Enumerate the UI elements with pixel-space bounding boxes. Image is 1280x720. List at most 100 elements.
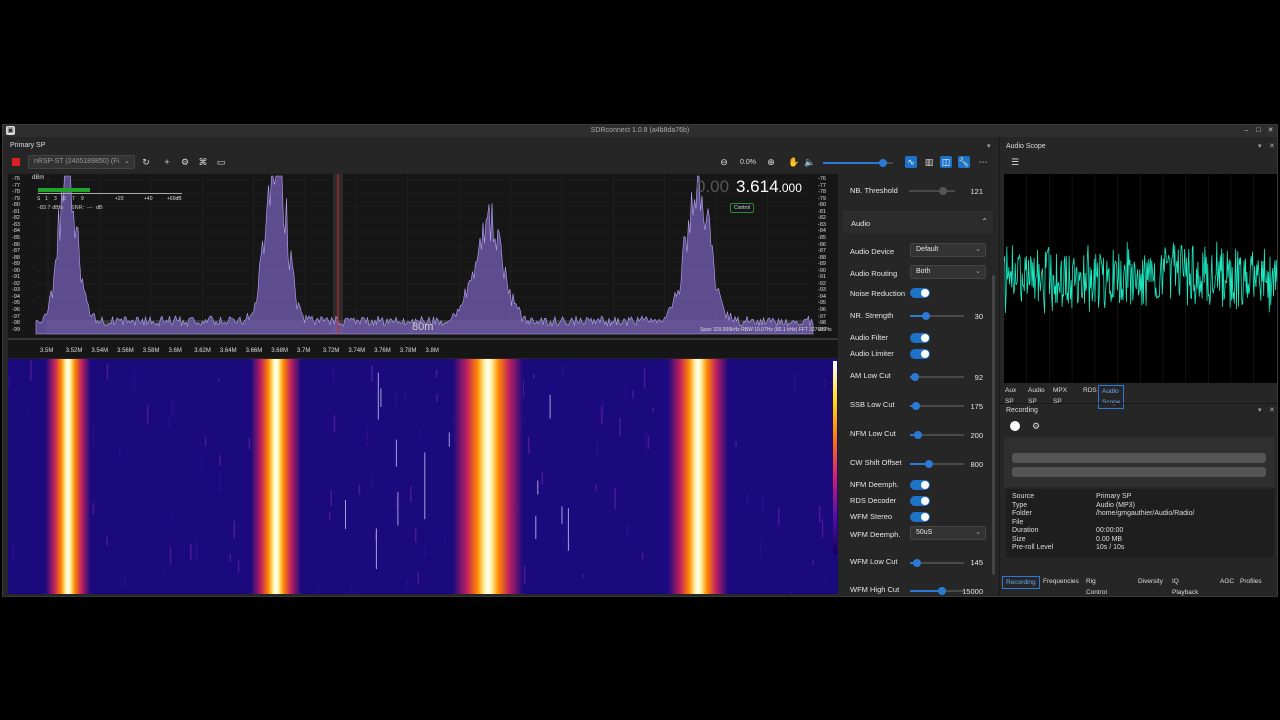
info-key: Folder <box>1012 510 1032 517</box>
audio-routing-select[interactable]: Both ⌄ <box>910 265 986 279</box>
waterfall-streak <box>424 452 426 520</box>
network-icon[interactable]: ⌘ <box>197 156 209 168</box>
record-button[interactable] <box>1010 421 1020 431</box>
zoom-level: 0.0% <box>740 159 756 166</box>
dbm-tick: -77 <box>818 182 826 189</box>
tab-agc[interactable]: AGC <box>1217 576 1237 587</box>
frequency-tick: 3.56M <box>117 348 134 354</box>
wfm-stereo-toggle[interactable] <box>910 512 930 522</box>
waterfall-noise <box>626 523 629 536</box>
tab-rig-control[interactable]: Rig Control <box>1083 576 1110 596</box>
waterfall-noise <box>600 405 603 425</box>
chevron-down-icon: ⌄ <box>975 268 981 275</box>
nr-strength-slider[interactable] <box>910 312 964 320</box>
zoom-out-icon[interactable]: ⊖ <box>718 156 730 168</box>
waterfall-noise <box>358 485 361 495</box>
waterfall-noise <box>759 540 762 556</box>
sliders-icon[interactable]: ☰ <box>1009 156 1021 168</box>
volume-slider[interactable] <box>823 159 893 167</box>
am-low-cut-slider[interactable] <box>910 373 964 381</box>
waterfall-noise <box>229 554 231 562</box>
tab-diversity[interactable]: Diversity <box>1135 576 1166 587</box>
settings-icon[interactable]: ⚙ <box>1030 420 1042 432</box>
audio-filter-toggle[interactable] <box>910 333 930 343</box>
wfm-high-cut-slider[interactable] <box>910 587 964 595</box>
nfm-deemph-toggle[interactable] <box>910 480 930 490</box>
nb-threshold-slider[interactable] <box>909 187 955 195</box>
nfm-low-cut-slider[interactable] <box>910 431 964 439</box>
waterfall-noise <box>96 581 99 585</box>
settings-scrollbar[interactable] <box>992 275 995 575</box>
wfm-deemph-select[interactable]: 50uS ⌄ <box>910 526 986 540</box>
wrench-icon[interactable]: 🔧 <box>958 156 970 168</box>
waterfall-noise <box>351 586 353 594</box>
wfm-high-cut-value: 15000 <box>962 587 983 595</box>
maximize-icon[interactable]: □ <box>1254 126 1263 135</box>
minimize-icon[interactable]: – <box>1242 126 1251 135</box>
waterfall-noise <box>406 577 408 588</box>
panel-menu-icon[interactable]: ▾ <box>987 142 991 150</box>
waveform-view-button[interactable]: ∿ <box>905 156 917 168</box>
waterfall-noise <box>824 378 826 388</box>
right-column: Audio Scope ▾ ✕ ☰ Aux SP Audio SP MPX SP RD… <box>999 137 1277 596</box>
wfm-low-cut-slider[interactable] <box>910 559 964 567</box>
waterfall-noise <box>371 365 373 382</box>
waterfall-streak <box>549 394 551 419</box>
dbm-tick: -87 <box>12 248 20 255</box>
settings-icon[interactable]: ⚙ <box>179 156 191 168</box>
close-icon[interactable]: ✕ <box>1266 126 1275 135</box>
waterfall-noise <box>218 379 220 382</box>
refresh-icon[interactable]: ↻ <box>140 156 152 168</box>
add-icon[interactable]: + <box>161 156 173 168</box>
close-panel-icon[interactable]: ✕ <box>1269 142 1275 150</box>
device-select[interactable]: nRSP-ST (2405189850) (Fi ⌄ <box>28 155 135 169</box>
frequency-tick: 3.6M <box>168 348 182 354</box>
waterfall-streak <box>345 500 346 529</box>
tab-iq-playback[interactable]: IQ Playback <box>1169 576 1201 596</box>
snr-value: --- <box>87 205 93 211</box>
frequency-readout[interactable]: 3.614.000 <box>736 177 802 197</box>
waterfall-noise <box>818 505 821 523</box>
audio-device-label: Audio Device <box>850 247 895 256</box>
zoom-in-icon[interactable]: ⊕ <box>765 156 777 168</box>
waterfall-plot <box>8 359 827 594</box>
close-panel-icon[interactable]: ✕ <box>1269 406 1275 414</box>
audio-section-header[interactable]: Audio ⌃ <box>843 211 993 233</box>
audio-device-select[interactable]: Default ⌄ <box>910 243 986 257</box>
tab-frequencies[interactable]: Frequencies <box>1040 576 1082 587</box>
layout-view-button[interactable]: ◫ <box>940 156 952 168</box>
hand-icon[interactable]: ✋ <box>788 156 800 168</box>
rds-decoder-toggle[interactable] <box>910 496 930 506</box>
dbm-tick: -81 <box>818 208 826 215</box>
waterfall-noise <box>528 436 530 454</box>
panel-menu-icon[interactable]: ▾ <box>1258 142 1262 150</box>
panel-menu-icon[interactable]: ▾ <box>1258 406 1262 414</box>
spectrum-display[interactable]: dBm -76 -77 -78 -79 -80 -81 -82 -83 -84 -85 -86 -87… <box>8 174 838 358</box>
waterfall-noise <box>410 486 412 502</box>
waterfall-noise <box>171 515 173 522</box>
recording-info: Source Primary SP Type Audio (MP3) Folder/ho… <box>1006 489 1274 557</box>
control-badge[interactable]: Control <box>730 203 755 213</box>
frequency-axis: 3.5M 3.52M 3.54M 3.56M 3.58M 3.6M 3.62M 3.64M 3.… <box>8 344 838 356</box>
dbm-tick: -99 <box>12 326 20 333</box>
waterfall-noise <box>618 484 620 493</box>
tab-profiles[interactable]: Profiles <box>1237 576 1265 587</box>
dbm-tick: -79 <box>12 195 20 202</box>
waterfall-noise <box>30 360 32 381</box>
display-icon[interactable]: ▭ <box>215 156 227 168</box>
tab-audio-scope[interactable]: Audio Scope <box>1098 385 1125 409</box>
waterfall-noise <box>332 366 335 384</box>
more-icon[interactable]: ⋯ <box>977 156 989 168</box>
stop-button[interactable] <box>12 158 20 166</box>
noise-reduction-toggle[interactable] <box>910 288 930 298</box>
audio-limiter-toggle[interactable] <box>910 349 930 359</box>
waterfall-signal <box>668 359 728 594</box>
dbm-tick: -90 <box>12 267 20 274</box>
cw-shift-slider[interactable] <box>910 460 964 468</box>
ssb-low-cut-slider[interactable] <box>910 402 964 410</box>
chart-icon[interactable]: ▥ <box>923 156 935 168</box>
tab-recording[interactable]: Recording <box>1002 576 1040 589</box>
volume-icon[interactable]: 🔈 <box>804 156 816 168</box>
waterfall-display[interactable] <box>8 359 838 594</box>
tab-rds[interactable]: RDS <box>1080 385 1100 396</box>
